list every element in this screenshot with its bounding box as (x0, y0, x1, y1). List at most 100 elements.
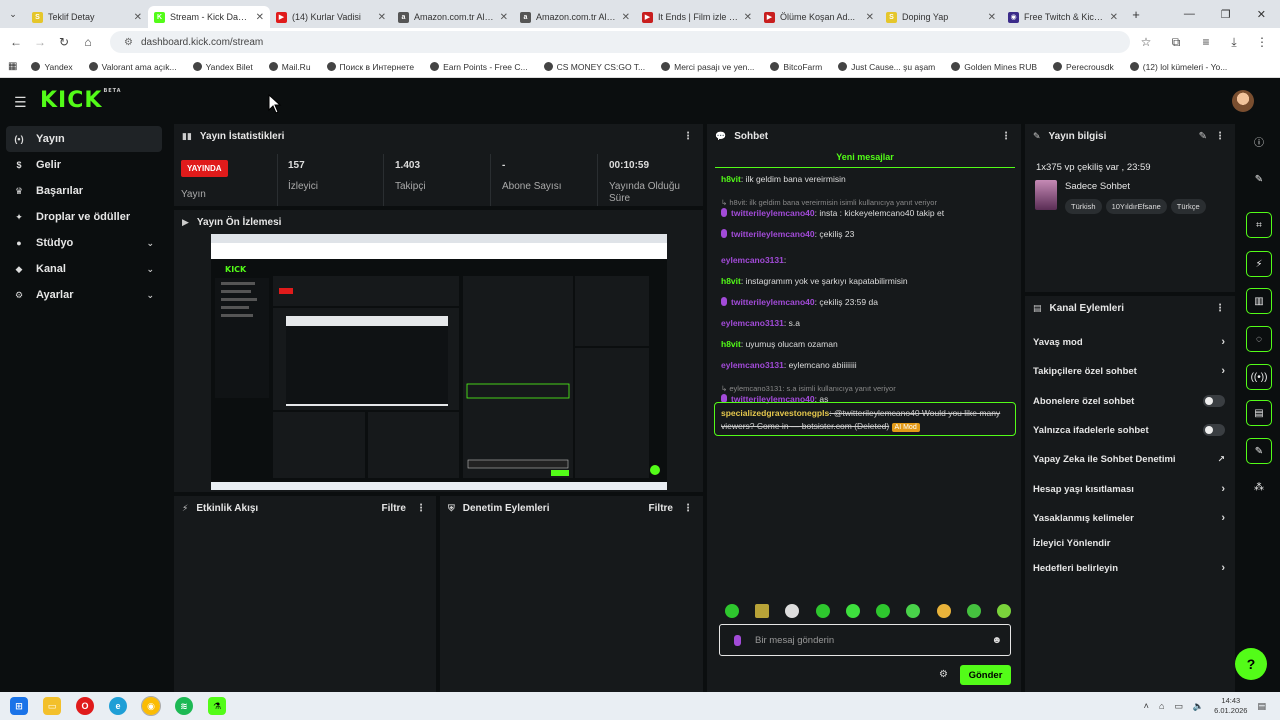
emote-icon[interactable] (845, 604, 860, 618)
chat-message[interactable]: h8vit: ilk geldim bana vereirmisin (721, 174, 846, 184)
file-explorer-icon[interactable]: ▭ (43, 697, 61, 715)
tray-chevron-icon[interactable]: ˄ (1144, 701, 1149, 711)
reading-list-icon[interactable]: ≡ (1194, 35, 1218, 49)
browser-tab[interactable]: K Stream - Kick Dashbo... ✕ (148, 6, 270, 28)
clip-icon[interactable]: ⌗ (1246, 212, 1272, 238)
browser-tab[interactable]: a Amazon.com.tr Alışv... ✕ (514, 6, 636, 28)
browser-tab[interactable]: S Teklif Detay ✕ (26, 6, 148, 28)
bookmark-item[interactable]: CS MONEY CS:GO T... (543, 62, 645, 72)
emote-icon[interactable] (815, 604, 830, 618)
send-button[interactable]: Gönder (960, 665, 1011, 685)
chat-settings-icon[interactable]: ⚙ (939, 669, 948, 680)
home-icon[interactable]: ⌂ (76, 35, 100, 49)
channel-action-item[interactable]: Yalnızca ifadelerle sohbet (1033, 419, 1227, 441)
bookmark-item[interactable]: Yandex Bilet (192, 62, 253, 72)
edge-icon[interactable]: e (109, 697, 127, 715)
channel-action-item[interactable]: Yapay Zeka ile Sohbet Denetimi ↗ (1033, 448, 1227, 470)
forward-icon[interactable]: → (28, 35, 52, 49)
bookmark-item[interactable]: Поиск в Интернете (326, 62, 414, 72)
tab-close-icon[interactable]: ✕ (988, 12, 996, 23)
bookmark-item[interactable]: Yandex (31, 62, 73, 72)
tab-close-icon[interactable]: ✕ (134, 12, 142, 23)
help-button[interactable]: ? (1235, 648, 1267, 680)
bookmark-item[interactable]: Valorant ama açık... (88, 62, 177, 72)
site-info-icon[interactable]: ⚙ (124, 37, 133, 48)
browser-menu-icon[interactable]: ⋮ (1250, 35, 1274, 49)
emote-icon[interactable] (936, 604, 951, 618)
microphone-icon[interactable] (734, 634, 741, 646)
sidebar-item-money[interactable]: $ Gelir (6, 152, 162, 178)
category-name[interactable]: Sadece Sohbet (1065, 181, 1130, 192)
tools-icon[interactable]: ✎ (1246, 438, 1272, 464)
channel-action-item[interactable]: Takipçilere özel sohbet › (1033, 360, 1227, 382)
add-widget-icon[interactable]: ⁂ (1246, 474, 1272, 500)
bookmark-item[interactable]: Earn Points - Free C... (430, 62, 528, 72)
flagged-username[interactable]: specializedgravestonegpls (721, 408, 829, 418)
bookmark-item[interactable]: Merci pasajı ve yen... (661, 62, 754, 72)
chat-message[interactable]: twitterileylemcano40: insta : kickeyelem… (721, 208, 944, 218)
chat-username[interactable]: twitterileylemcano40 (731, 208, 815, 218)
new-tab-icon[interactable]: + (1124, 7, 1148, 22)
chrome-icon[interactable]: ◉ (141, 696, 161, 716)
activity-filter-button[interactable]: Filtre (382, 503, 406, 514)
layout-icon[interactable]: ▤ (1246, 400, 1272, 426)
activity-menu-icon[interactable]: ⋮ (416, 503, 426, 514)
edit-stream-info-icon[interactable]: ✎ (1199, 131, 1207, 142)
channel-action-item[interactable]: Yasaklanmış kelimeler › (1033, 507, 1227, 529)
bookmark-item[interactable]: Just Cause... şu aşam (838, 62, 935, 72)
minimize-icon[interactable]: — (1184, 8, 1195, 20)
browser-tab[interactable]: ▶ It Ends | Film izle | HD... ✕ (636, 6, 758, 28)
tab-close-icon[interactable]: ✕ (378, 12, 386, 23)
close-window-icon[interactable]: ✕ (1257, 8, 1266, 21)
moderation-filter-button[interactable]: Filtre (649, 503, 673, 514)
browser-tab[interactable]: a Amazon.com.tr Alışv... ✕ (392, 6, 514, 28)
tag-pill[interactable]: 10YıldırEfsane (1105, 199, 1167, 214)
emote-icon[interactable] (996, 604, 1011, 618)
channel-action-item[interactable]: Hesap yaşı kısıtlaması › (1033, 478, 1227, 500)
flagged-message[interactable]: specializedgravestonegpls: @twitterileyl… (714, 402, 1016, 436)
chat-menu-icon[interactable]: ⋮ (1001, 131, 1011, 142)
emote-icon[interactable] (785, 604, 800, 618)
emote-icon[interactable] (906, 604, 921, 618)
notifications-icon[interactable]: ▤ (1257, 701, 1266, 712)
toggle-switch[interactable] (1203, 424, 1225, 436)
sidebar-item-settings[interactable]: ⚙ Ayarlar ⌄ (6, 282, 162, 308)
user-avatar[interactable] (1232, 90, 1254, 112)
emote-icon[interactable] (876, 604, 891, 618)
tab-close-icon[interactable]: ✕ (622, 12, 630, 23)
chat-username[interactable]: eylemcano3131 (721, 255, 784, 265)
channel-action-item[interactable]: İzleyici Yönlendir (1033, 532, 1227, 554)
chat-message[interactable]: eylemcano3131: (721, 255, 786, 265)
bookmark-item[interactable]: Golden Mines RUB (951, 62, 1037, 72)
channel-actions-menu-icon[interactable]: ⋮ (1215, 303, 1225, 314)
emote-icon[interactable] (725, 604, 739, 618)
emote-icon[interactable] (755, 604, 770, 618)
reload-icon[interactable]: ↻ (52, 35, 76, 49)
kick-logo[interactable]: KICKBETA (40, 88, 122, 113)
stream-preview-video[interactable]: KICK (211, 234, 667, 490)
sidebar-item-gift[interactable]: ✦ Droplar ve ödüller (6, 204, 162, 230)
chat-username[interactable]: h8vit (721, 276, 741, 286)
category-thumbnail[interactable] (1035, 180, 1057, 210)
chat-message[interactable]: h8vit: instagramım yok ve şarkıyı kapata… (721, 276, 908, 286)
browser-tab[interactable]: ▶ Ölüme Koşan Ad... ✕ (758, 6, 880, 28)
moderation-menu-icon[interactable]: ⋮ (683, 503, 693, 514)
spotify-icon[interactable]: ≋ (175, 697, 193, 715)
network-icon[interactable]: ⌂ (1159, 701, 1164, 711)
poll-icon[interactable]: ▥ (1246, 288, 1272, 314)
sidebar-item-trophy[interactable]: ♛ Başarılar (6, 178, 162, 204)
apps-icon[interactable]: ▦ (8, 61, 17, 72)
display-icon[interactable]: ▭ (1174, 701, 1183, 712)
chat-username[interactable]: h8vit (721, 174, 741, 184)
browser-tab[interactable]: ▶ (14) Kurlar Vadisi ✕ (270, 6, 392, 28)
browser-tab[interactable]: ◉ Free Twitch & Kick V... ✕ (1002, 6, 1124, 28)
maximize-icon[interactable]: ❐ (1221, 8, 1231, 21)
channel-action-item[interactable]: Abonelere özel sohbet (1033, 390, 1227, 412)
chat-username[interactable]: twitterileylemcano40 (731, 229, 815, 239)
chat-message-input[interactable]: Bir mesaj gönderin ☻ (719, 624, 1011, 656)
browser-tab[interactable]: S Doping Yap ✕ (880, 6, 1002, 28)
emoji-picker-icon[interactable]: ☻ (991, 635, 1002, 646)
bookmark-item[interactable]: (12) lol kümeleri - Yo... (1129, 62, 1227, 72)
new-messages-divider[interactable]: Yeni mesajlar (715, 152, 1015, 168)
sidebar-item-studio[interactable]: ● Stüdyo ⌄ (6, 230, 162, 256)
